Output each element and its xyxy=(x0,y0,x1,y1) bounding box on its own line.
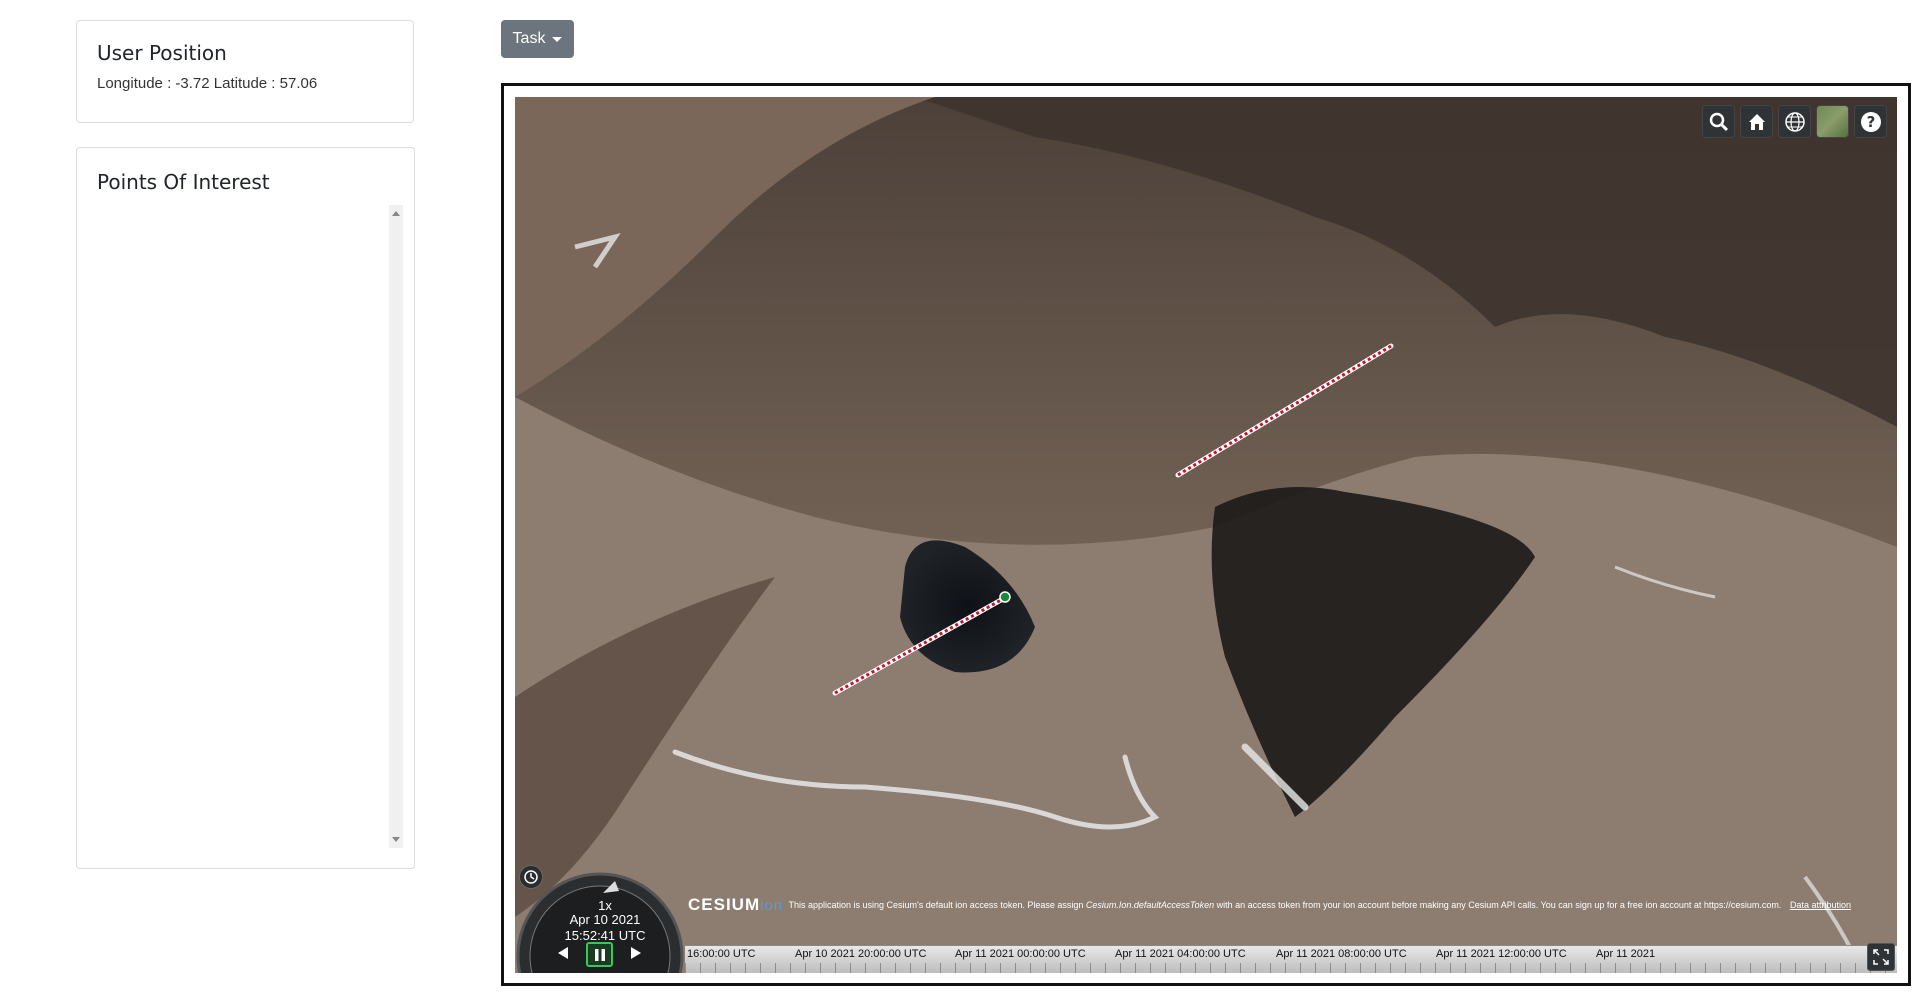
cesium-viewer[interactable]: ? 1x Apr 10 2021 15:52:41 UTC CESIUMion … xyxy=(515,97,1897,973)
animation-datetime: Apr 10 2021 15:52:41 UTC xyxy=(545,912,665,944)
credit-message-token: Cesium.Ion.defaultAccessToken xyxy=(1085,900,1215,910)
timeline-ruler xyxy=(685,963,1897,973)
play-forward-icon[interactable] xyxy=(628,945,644,961)
user-position-coordinates: Longitude : -3.72 Latitude : 57.06 xyxy=(97,75,318,92)
timeline-tick: Apr 11 2021 04:00:00 UTC xyxy=(1115,948,1246,960)
pause-icon[interactable] xyxy=(586,942,613,967)
cesium-viewer-frame: ? 1x Apr 10 2021 15:52:41 UTC CESIUMion … xyxy=(501,83,1911,986)
task-button-label: Task xyxy=(512,30,546,47)
terrain-scene[interactable] xyxy=(515,97,1897,973)
scroll-up-arrow-icon[interactable] xyxy=(392,211,400,216)
timeline-tick: Apr 11 2021 xyxy=(1596,948,1656,960)
user-position-title: User Position xyxy=(97,41,227,65)
globe-icon[interactable] xyxy=(1778,105,1811,138)
home-icon[interactable] xyxy=(1740,105,1773,138)
waypoint-marker[interactable] xyxy=(999,591,1011,603)
imagery-layer-icon[interactable] xyxy=(1816,105,1849,138)
cesium-logo[interactable]: CESIUMion xyxy=(688,895,783,914)
fullscreen-icon[interactable] xyxy=(1867,943,1895,971)
points-of-interest-title: Points Of Interest xyxy=(97,170,270,194)
clock-icon[interactable] xyxy=(519,865,543,889)
search-icon[interactable] xyxy=(1702,105,1735,138)
cesium-credits: CESIUMion This application is using Cesi… xyxy=(688,891,1893,920)
timeline[interactable]: 16:00:00 UTC Apr 10 2021 20:00:00 UTC Ap… xyxy=(685,943,1897,973)
poi-scrollbar[interactable] xyxy=(389,205,403,848)
cesium-toolbar: ? xyxy=(1702,105,1887,138)
points-of-interest-card: Points Of Interest xyxy=(76,147,415,869)
credit-message-post: with an access token from your ion accou… xyxy=(1214,900,1782,910)
timeline-tick: Apr 11 2021 08:00:00 UTC xyxy=(1276,948,1407,960)
animation-speed: 1x xyxy=(598,898,612,913)
task-dropdown-button[interactable]: Task xyxy=(501,20,574,58)
data-attribution-link[interactable]: Data attribution xyxy=(1790,900,1851,910)
animation-widget: 1x Apr 10 2021 15:52:41 UTC xyxy=(515,861,685,973)
animation-date: Apr 10 2021 xyxy=(569,912,641,927)
play-reverse-icon[interactable] xyxy=(555,945,571,961)
caret-down-icon xyxy=(552,36,563,42)
svg-text:?: ? xyxy=(1866,113,1875,131)
timeline-tick: 16:00:00 UTC xyxy=(687,948,756,960)
help-icon[interactable]: ? xyxy=(1854,105,1887,138)
timeline-tick: Apr 11 2021 12:00:00 UTC xyxy=(1436,948,1567,960)
credit-message-pre: This application is using Cesium's defau… xyxy=(788,900,1086,910)
user-position-card: User Position Longitude : -3.72 Latitude… xyxy=(76,20,414,123)
scroll-down-arrow-icon[interactable] xyxy=(392,837,400,842)
timeline-tick: Apr 10 2021 20:00:00 UTC xyxy=(795,948,927,960)
timeline-tick: Apr 11 2021 00:00:00 UTC xyxy=(955,948,1086,960)
